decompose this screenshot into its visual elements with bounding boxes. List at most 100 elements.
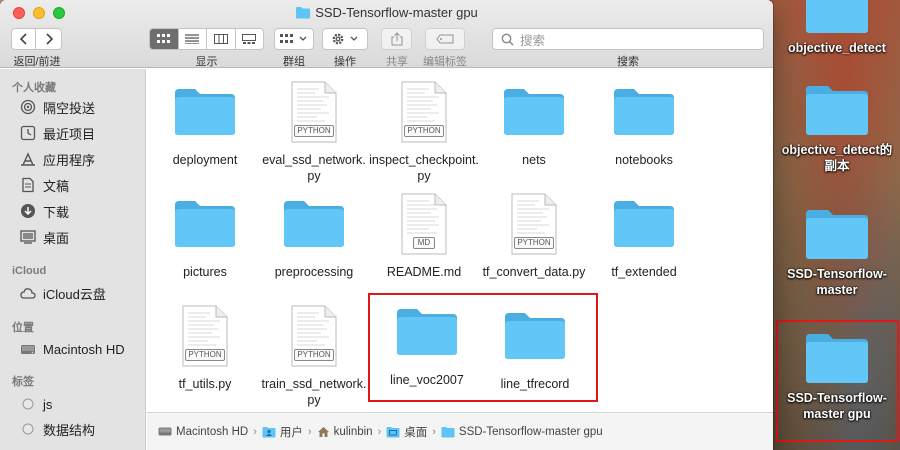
file-type-tag: PYTHON: [404, 125, 444, 137]
gear-icon: [332, 33, 344, 45]
forward-button[interactable]: [35, 28, 62, 50]
desktop-item-objective-detect-copy[interactable]: objective_detect的副本: [776, 84, 898, 174]
file-name: deployment: [172, 153, 238, 167]
columns-icon: [213, 34, 228, 44]
folder-icon: [441, 426, 455, 438]
desktop-item-objective-detect[interactable]: objective_detect: [776, 0, 898, 56]
action-label: 操作: [334, 56, 356, 68]
sidebar-item-downloads[interactable]: 下载: [20, 201, 144, 221]
share-button[interactable]: [381, 28, 412, 50]
sidebar-item-label: 隔空投送: [43, 100, 96, 116]
clock-icon: [20, 125, 36, 141]
tag-icon: [436, 34, 454, 44]
desktop-folder-icon: [386, 426, 400, 438]
search-placeholder: 搜索: [520, 33, 546, 48]
sidebar-item-documents[interactable]: 文稿: [20, 175, 144, 195]
nav-label: 返回/前进: [13, 56, 61, 68]
sidebar-item-applications[interactable]: 应用程序: [20, 149, 144, 169]
folder-icon: [614, 201, 674, 247]
file-name: tf_utils.py: [178, 377, 232, 391]
path-segment-label: kulinbin: [333, 425, 373, 438]
gallery-icon: [242, 34, 257, 44]
sidebar-item-desktop[interactable]: 桌面: [20, 227, 144, 247]
file-item-nets[interactable]: nets: [479, 75, 589, 168]
list-view-button[interactable]: [179, 29, 207, 49]
python-file-icon: PYTHON: [291, 305, 337, 367]
home-icon: [317, 426, 330, 438]
window-title: SSD-Tensorflow-master gpu: [0, 5, 773, 20]
chevron-left-icon: [19, 33, 27, 45]
column-view-button[interactable]: [207, 29, 236, 49]
share-label: 共享: [386, 56, 408, 68]
view-mode-group: [149, 28, 264, 50]
path-segment-current-folder[interactable]: SSD-Tensorflow-master gpu: [441, 426, 603, 438]
titlebar: SSD-Tensorflow-master gpu 返回/前进 显示 群组 操作…: [0, 0, 773, 68]
hard-drive-icon: [20, 341, 36, 357]
sidebar-item-recents[interactable]: 最近项目: [20, 123, 144, 143]
back-button[interactable]: [11, 28, 36, 50]
file-name: eval_ssd_network.py: [262, 153, 366, 183]
path-segment-label: 桌面: [404, 426, 428, 439]
chevron-right-icon: [45, 33, 53, 45]
path-segment-macintosh-hd[interactable]: Macintosh HD: [158, 426, 248, 438]
markdown-file-icon: MD: [401, 193, 447, 255]
file-item-tf-convert-data[interactable]: PYTHON tf_convert_data.py: [479, 187, 589, 280]
folder-icon: [614, 89, 674, 135]
file-type-tag: PYTHON: [294, 349, 334, 361]
edit-tags-button[interactable]: [425, 28, 465, 50]
sidebar-item-label: 下载: [43, 204, 70, 220]
desktop-item-label: objective_detect: [788, 41, 886, 55]
file-item-train-ssd-network[interactable]: PYTHON train_ssd_network.py: [259, 299, 369, 408]
path-segment-users[interactable]: 用户: [262, 424, 303, 440]
sidebar-item-macintosh-hd[interactable]: Macintosh HD: [20, 339, 144, 359]
desktop-item-label: SSD-Tensorflow-master: [787, 267, 887, 297]
path-segment-desktop[interactable]: 桌面: [386, 424, 427, 440]
file-name: pictures: [183, 265, 227, 279]
file-name: preprocessing: [274, 265, 354, 279]
path-separator-icon: ›: [307, 425, 312, 438]
path-segment-label: Macintosh HD: [176, 425, 249, 438]
sidebar-header-locations: 位置: [12, 322, 34, 334]
share-icon: [391, 32, 402, 46]
path-segment-label: SSD-Tensorflow-master gpu: [458, 425, 603, 438]
file-name: train_ssd_network.py: [261, 377, 367, 407]
icon-view-button[interactable]: [150, 29, 179, 49]
sidebar-item-tag-js[interactable]: js: [20, 394, 144, 414]
file-item-readme[interactable]: MD README.md: [369, 187, 479, 280]
file-type-tag: PYTHON: [514, 237, 554, 249]
file-item-notebooks[interactable]: notebooks: [589, 75, 699, 168]
sidebar-item-tag-data-structures[interactable]: 数据结构: [20, 419, 144, 439]
file-item-preprocessing[interactable]: preprocessing: [259, 187, 369, 280]
file-type-tag: MD: [413, 237, 435, 249]
sidebar-item-label: iCloud云盘: [43, 286, 106, 302]
hard-drive-icon: [158, 426, 172, 437]
file-item-tf-extended[interactable]: tf_extended: [589, 187, 699, 280]
path-separator-icon: ›: [432, 425, 436, 438]
python-file-icon: PYTHON: [182, 305, 228, 367]
file-item-inspect-checkpoint[interactable]: PYTHON inspect_checkpoint.py: [369, 75, 479, 184]
gallery-view-button[interactable]: [236, 29, 264, 49]
group-button[interactable]: [274, 28, 314, 50]
sidebar-item-label: 应用程序: [43, 152, 96, 168]
tags-label: 编辑标签: [423, 56, 467, 68]
file-item-tf-utils[interactable]: PYTHON tf_utils.py: [150, 299, 260, 392]
path-segment-kulinbin[interactable]: kulinbin: [317, 426, 373, 438]
python-file-icon: PYTHON: [511, 193, 557, 255]
file-item-deployment[interactable]: deployment: [150, 75, 260, 168]
file-item-eval-ssd-network[interactable]: PYTHON eval_ssd_network.py: [259, 75, 369, 184]
action-button[interactable]: [322, 28, 368, 50]
folder-icon: [504, 89, 564, 135]
python-file-icon: PYTHON: [401, 81, 447, 143]
window-title-text: SSD-Tensorflow-master gpu: [315, 5, 478, 20]
annotation-highlight-box: [368, 293, 598, 402]
search-input[interactable]: 搜索: [492, 28, 764, 50]
desktop-item-ssd-tensorflow-master[interactable]: SSD-Tensorflow-master: [776, 208, 898, 298]
sidebar-item-airdrop[interactable]: 隔空投送: [20, 97, 144, 117]
file-type-tag: PYTHON: [294, 125, 334, 137]
file-name: nets: [522, 153, 546, 167]
cloud-icon: [20, 285, 36, 301]
sidebar-item-icloud-drive[interactable]: iCloud云盘: [20, 283, 144, 303]
sidebar-header-tags: 标签: [12, 376, 34, 388]
group-grid-icon: [280, 34, 293, 43]
file-item-pictures[interactable]: pictures: [150, 187, 260, 280]
